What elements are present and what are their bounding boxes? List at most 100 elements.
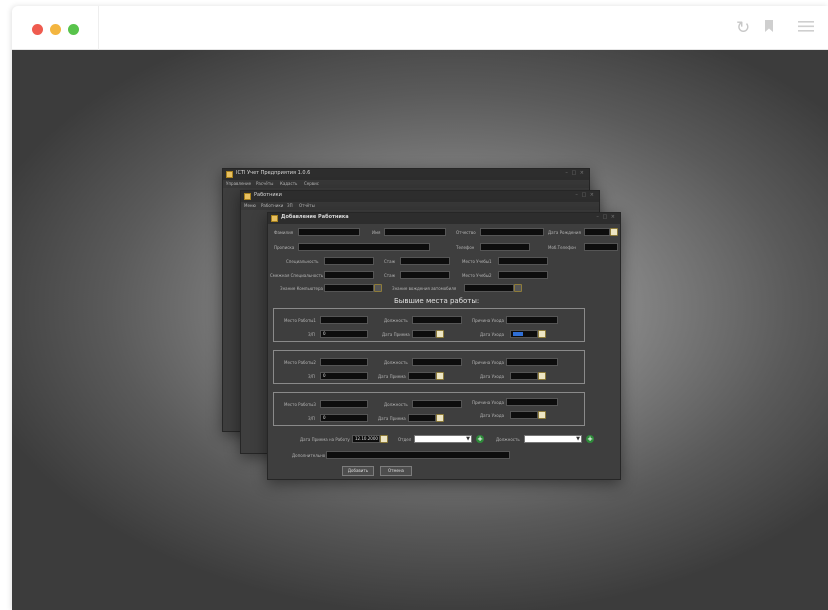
pc-knowledge-select[interactable] [324,284,374,292]
date-selection-highlight [513,332,523,336]
calendar-icon[interactable] [538,330,546,338]
study-place1-label: Место Учебы1 [462,259,492,264]
chevron-down-icon: ▼ [576,436,580,442]
window-controls[interactable]: – □ × [596,214,616,220]
job1-hire-date-input[interactable] [412,330,436,338]
additional-input[interactable] [326,451,510,459]
menu-item-cadastre[interactable]: Кадасть [280,181,297,186]
job1-leave-reason-input[interactable] [506,316,558,324]
former-jobs-title: Бывшие места работы: [394,297,480,305]
maximize-dot[interactable] [68,24,79,35]
job3-leave-date-input[interactable] [510,411,538,419]
job1-place-input[interactable] [320,316,368,324]
calendar-icon[interactable] [610,228,618,236]
job1-position-label: Должность [384,318,408,323]
study-place1-input[interactable] [498,257,548,265]
job2-salary-input[interactable]: 0 [320,372,368,380]
job1-position-input[interactable] [412,316,462,324]
menu-item-employees[interactable]: Работники [261,203,283,208]
job-group-3: Место Работы3 Должность Причина Ухода З/… [273,392,585,426]
related-specialty-label: Смежная Специальность [270,273,324,278]
mob-phone-input[interactable] [584,243,618,251]
job1-salary-input[interactable]: 0 [320,330,368,338]
surname-input[interactable] [298,228,360,236]
window-controls[interactable]: – □ × [565,170,585,176]
driving-dropdown-icon[interactable] [514,284,522,292]
patronymic-input[interactable] [480,228,544,236]
pc-knowledge-dropdown-icon[interactable] [374,284,382,292]
job2-position-input[interactable] [412,358,462,366]
position-select[interactable]: ▼ [524,435,582,443]
specialty-label: Специальность [286,259,319,264]
job3-position-input[interactable] [412,400,462,408]
calendar-icon[interactable] [538,411,546,419]
job3-salary-input[interactable]: 0 [320,414,368,422]
additional-label: Дополнительно [292,453,326,458]
window-controls[interactable]: – □ × [575,192,595,198]
bookmark-icon[interactable] [764,18,774,38]
job2-leave-reason-input[interactable] [506,358,558,366]
calendar-icon[interactable] [436,414,444,422]
address-input[interactable] [298,243,430,251]
specialty-input[interactable] [324,257,374,265]
job1-leave-reason-label: Причина Ухода [472,318,504,323]
surname-label: Фамилия [274,230,294,235]
calendar-icon[interactable] [538,372,546,380]
job3-hire-date-input[interactable] [408,414,436,422]
calendar-icon[interactable] [380,435,388,443]
browser-window: ↻ ICTI Учет Предприятия 1.0.6 – □ × Упра… [12,6,828,610]
job3-leave-date-label: Дата Ухода [480,413,505,418]
menu-item-calculations[interactable]: Расчёты [256,181,273,186]
menu-item-reports[interactable]: Отчёты [299,203,315,208]
experience2-input[interactable] [400,271,450,279]
calendar-icon[interactable] [436,372,444,380]
job3-leave-reason-label: Причина Ухода [472,400,504,405]
main-menubar: Управление Расчёты Кадасть Сервис [223,180,589,188]
add-position-plus-icon[interactable]: + [586,435,594,443]
job1-salary-label: З/П [308,332,315,337]
job1-hire-date-label: Дата Приема [382,332,410,337]
birth-date-label: Дата Рождения [548,230,581,235]
menu-item-management[interactable]: Управление [226,181,251,186]
add-button[interactable]: Добавить [342,466,374,476]
birth-date-input[interactable] [584,228,610,236]
hire-date-input[interactable]: 12.10.2000 [352,435,380,443]
related-specialty-input[interactable] [324,271,374,279]
job2-place-input[interactable] [320,358,368,366]
job3-leave-reason-input[interactable] [506,398,558,406]
job3-place-input[interactable] [320,400,368,408]
add-department-plus-icon[interactable]: + [476,435,484,443]
job3-hire-date-label: Дата Приема [378,416,406,421]
job3-salary-label: З/П [308,416,315,421]
pc-knowledge-label: Знание Компьютера [280,286,324,291]
menu-item-service[interactable]: Сервис [304,181,319,186]
patronymic-label: Отчество [456,230,476,235]
driving-select[interactable] [464,284,514,292]
job2-salary-label: З/П [308,374,315,379]
job2-leave-date-input[interactable] [510,372,538,380]
experience-input[interactable] [400,257,450,265]
department-select[interactable]: ▼ [414,435,472,443]
menu-item-menu[interactable]: Меню [244,203,256,208]
job1-place-label: Место Работы1 [284,318,316,323]
address-bar[interactable] [98,6,718,50]
name-input[interactable] [384,228,446,236]
close-dot[interactable] [32,24,43,35]
job-group-1: Место Работы1 Должность Причина Ухода З/… [273,308,585,342]
dialog-icon [271,215,278,222]
cancel-button[interactable]: Отмена [380,466,412,476]
phone-input[interactable] [480,243,530,251]
reload-icon[interactable]: ↻ [736,18,750,38]
address-label: Прописка [274,245,295,250]
menu-icon[interactable] [798,18,814,38]
study-place2-input[interactable] [498,271,548,279]
menu-item-salary[interactable]: ЗП [287,203,293,208]
job2-hire-date-input[interactable] [408,372,436,380]
department-label: Отдел [398,437,412,442]
job2-leave-date-label: Дата Ухода [480,374,505,379]
calendar-icon[interactable] [436,330,444,338]
job2-hire-date-label: Дата Приема [378,374,406,379]
minimize-dot[interactable] [50,24,61,35]
job1-leave-date-input[interactable] [510,330,538,338]
chevron-down-icon: ▼ [466,436,470,442]
